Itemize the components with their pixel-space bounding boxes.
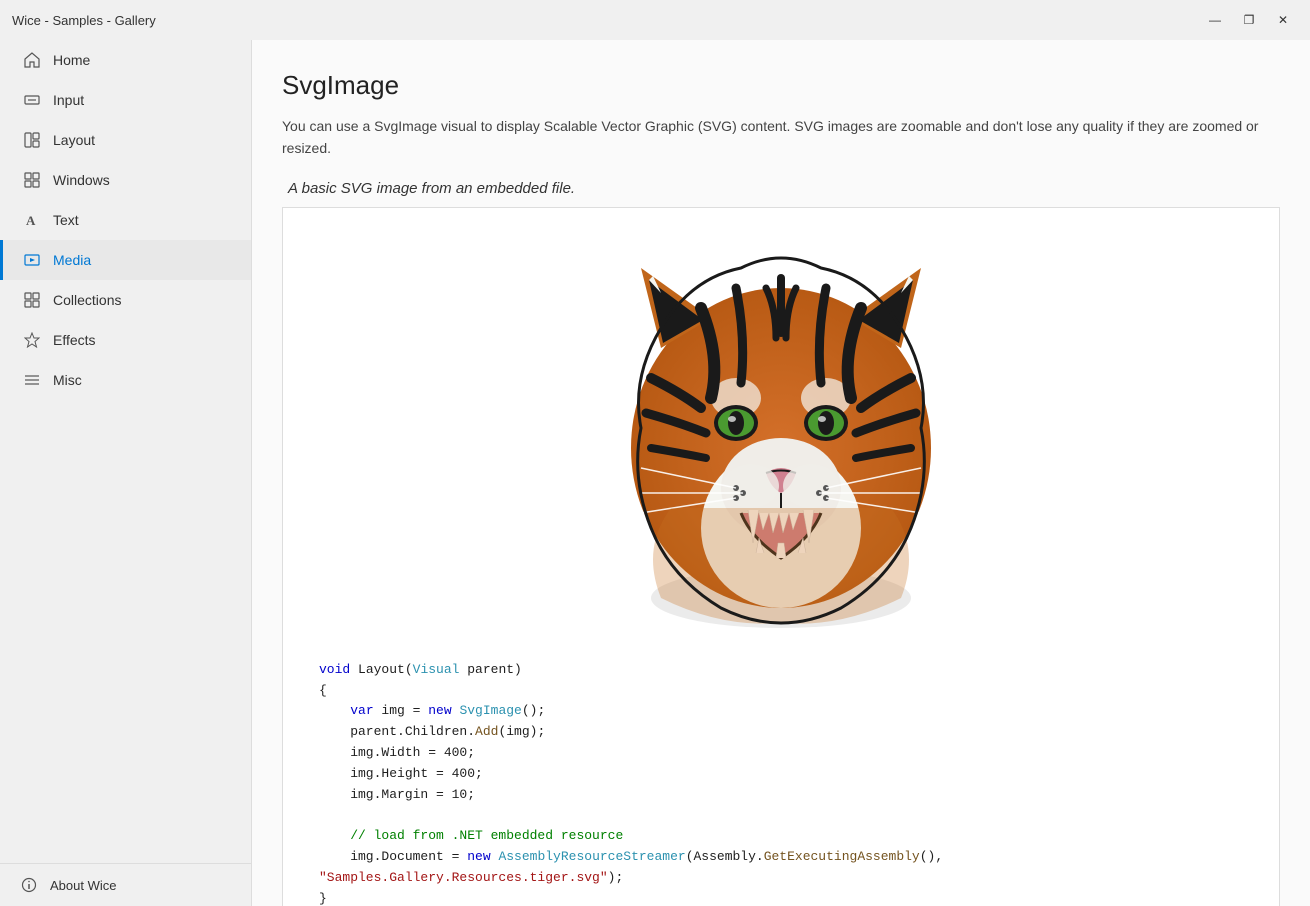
info-icon [20, 876, 38, 894]
misc-icon [23, 371, 41, 389]
sidebar-item-collections[interactable]: Collections [0, 280, 251, 320]
sidebar-item-input[interactable]: Input [0, 80, 251, 120]
input-label: Input [53, 92, 84, 108]
effects-icon [23, 331, 41, 349]
sidebar-item-windows[interactable]: Windows [0, 160, 251, 200]
home-icon [23, 51, 41, 69]
effects-label: Effects [53, 332, 96, 348]
maximize-button[interactable]: ❐ [1234, 8, 1264, 32]
tiger-image [581, 228, 981, 628]
windows-label: Windows [53, 172, 110, 188]
code-block: void Layout(Visual parent) { var img = n… [303, 648, 1259, 906]
demo-box: void Layout(Visual parent) { var img = n… [282, 207, 1280, 906]
text-icon: A [23, 211, 41, 229]
titlebar: Wice - Samples - Gallery — ❐ ✕ [0, 0, 1310, 40]
windows-icon [23, 171, 41, 189]
sidebar-item-effects[interactable]: Effects [0, 320, 251, 360]
titlebar-controls: — ❐ ✕ [1200, 8, 1298, 32]
page-title: SvgImage [282, 70, 1280, 101]
text-label: Text [53, 212, 79, 228]
sidebar-item-home[interactable]: Home [0, 40, 251, 80]
collections-icon [23, 291, 41, 309]
minimize-button[interactable]: — [1200, 8, 1230, 32]
layout-label: Layout [53, 132, 95, 148]
sidebar-item-misc[interactable]: Misc [0, 360, 251, 400]
collections-label: Collections [53, 292, 121, 308]
home-label: Home [53, 52, 90, 68]
sidebar-nav: Home Input [0, 40, 251, 863]
media-label: Media [53, 252, 91, 268]
section-label: A basic SVG image from an embedded file. [282, 180, 1280, 197]
sidebar-item-layout[interactable]: Layout [0, 120, 251, 160]
sidebar-item-media[interactable]: Media [0, 240, 251, 280]
input-icon [23, 91, 41, 109]
about-wice-label: About Wice [50, 878, 116, 893]
titlebar-title: Wice - Samples - Gallery [12, 13, 156, 28]
sidebar-item-text[interactable]: A Text [0, 200, 251, 240]
layout-icon [23, 131, 41, 149]
content-area: SvgImage You can use a SvgImage visual t… [252, 40, 1310, 906]
sidebar: Home Input [0, 40, 252, 906]
svg-text:A: A [26, 213, 36, 228]
close-button[interactable]: ✕ [1268, 8, 1298, 32]
page-description: You can use a SvgImage visual to display… [282, 115, 1280, 160]
main-container: Home Input [0, 40, 1310, 906]
about-wice-button[interactable]: About Wice [0, 863, 251, 906]
media-icon [23, 251, 41, 269]
misc-label: Misc [53, 372, 82, 388]
tiger-container [303, 228, 1259, 628]
